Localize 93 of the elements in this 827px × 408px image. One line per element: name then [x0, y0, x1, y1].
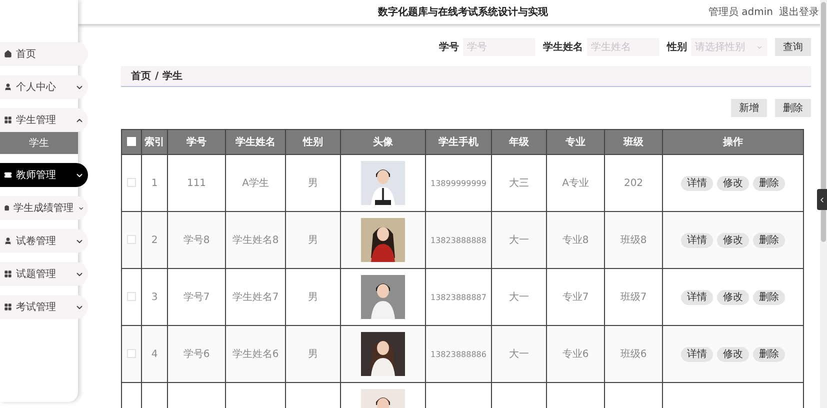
- column-header: 年级: [492, 130, 546, 154]
- table-cell: 大一: [509, 235, 529, 246]
- breadcrumb-item[interactable]: 首页: [131, 69, 151, 83]
- select-all-checkbox[interactable]: [127, 137, 136, 146]
- table-cell: 男: [308, 235, 318, 246]
- table-cell: 202: [624, 178, 644, 188]
- field-label: 性别: [667, 40, 687, 54]
- table-cell: 2: [151, 234, 158, 246]
- sidebar-item[interactable]: 个人中心: [0, 75, 88, 99]
- grid-icon: [4, 270, 12, 278]
- table-cell: A专业: [562, 178, 589, 189]
- add-button[interactable]: 新增: [731, 99, 767, 117]
- delete-button[interactable]: 删除: [753, 290, 785, 304]
- table-cell: 学号7: [183, 292, 210, 303]
- user-icon: [4, 237, 12, 245]
- column-header: 操作: [662, 130, 804, 154]
- edit-button[interactable]: 修改: [717, 346, 749, 362]
- user-icon: [4, 83, 12, 91]
- chevron-left-icon: [818, 196, 826, 204]
- sidebar-item[interactable]: 教师管理: [0, 163, 88, 187]
- sidebar-subitem[interactable]: 学生: [0, 132, 78, 154]
- field-label: 学号: [439, 40, 459, 54]
- table-cell: 13823888888: [430, 236, 486, 244]
- table-cell: 专业8: [562, 235, 589, 246]
- logout-link[interactable]: 退出登录: [779, 5, 819, 19]
- sidebar-item[interactable]: 试卷管理: [0, 229, 88, 253]
- column-header: 性别: [286, 130, 340, 154]
- sidebar-item[interactable]: 学生管理: [0, 108, 88, 132]
- sidebar-item[interactable]: 学生成绩管理: [0, 196, 88, 220]
- table-cell: 男: [308, 292, 318, 303]
- delete-button[interactable]: 删除: [753, 346, 785, 362]
- table-cell: 男: [308, 178, 318, 189]
- grid-icon: [4, 116, 12, 124]
- table-cell: 3: [151, 292, 158, 302]
- detail-button[interactable]: 详情: [681, 346, 713, 362]
- sidebar-item[interactable]: 试题管理: [0, 262, 88, 286]
- user-label: 管理员 admin: [708, 6, 773, 19]
- column-header: 专业: [546, 130, 604, 154]
- table-cell: 13899999999: [430, 178, 486, 188]
- table-cell: 大三: [509, 178, 529, 189]
- column-header: 索引: [142, 130, 168, 154]
- table-cell: 专业6: [562, 349, 589, 360]
- sidebar-item[interactable]: 首页: [0, 42, 88, 66]
- edit-button[interactable]: 修改: [717, 232, 749, 248]
- column-header: 头像: [340, 130, 426, 154]
- column-header: 学号: [168, 130, 226, 154]
- caret-icon: [756, 44, 763, 50]
- app-title: 数字化题库与在线考试系统设计与实现: [378, 5, 548, 19]
- table-cell: 学号8: [183, 235, 210, 246]
- detail-button[interactable]: 详情: [681, 290, 713, 304]
- table-cell: 大一: [509, 349, 529, 360]
- scrollbar[interactable]: [820, 0, 827, 408]
- table-cell: 学号6: [183, 349, 210, 360]
- breadcrumb-item: 学生: [162, 70, 183, 83]
- home-icon: [4, 50, 12, 58]
- column-header: 班级: [604, 130, 662, 154]
- table-cell: 学生姓名6: [232, 349, 279, 360]
- detail-button[interactable]: 详情: [681, 176, 713, 190]
- edit-button[interactable]: 修改: [717, 290, 749, 304]
- table-cell: 111: [186, 178, 206, 188]
- clipboard-icon: [4, 204, 10, 212]
- row-checkbox[interactable]: [127, 292, 136, 302]
- table-cell: 专业7: [562, 292, 589, 303]
- table-cell: 13823888886: [430, 350, 486, 358]
- edit-button[interactable]: 修改: [717, 176, 749, 190]
- delete-button[interactable]: 删除: [753, 232, 785, 248]
- field-label: 学生姓名: [543, 40, 583, 54]
- table-cell: 1: [151, 178, 158, 188]
- scrollbar-thumb[interactable]: [821, 2, 826, 242]
- table-cell: 大一: [509, 292, 529, 303]
- table-cell: 13823888887: [430, 292, 486, 302]
- column-header: 学生姓名: [226, 130, 286, 154]
- row-checkbox[interactable]: [127, 235, 136, 244]
- column-header: 学生手机: [426, 130, 492, 154]
- detail-button[interactable]: 详情: [681, 232, 713, 248]
- table-cell: 学生姓名8: [232, 235, 279, 246]
- row-checkbox[interactable]: [127, 349, 136, 358]
- table-cell: 班级6: [620, 349, 647, 360]
- ticket-icon: [4, 171, 12, 179]
- delete-button[interactable]: 删除: [753, 176, 785, 190]
- collapse-tab[interactable]: [817, 189, 827, 210]
- sidebar-item[interactable]: 考试管理: [0, 295, 88, 319]
- grid-icon: [4, 303, 12, 311]
- search-button[interactable]: 查询: [775, 38, 811, 56]
- breadcrumb-separator: /: [155, 70, 159, 82]
- row-checkbox[interactable]: [127, 178, 136, 188]
- table-cell: 班级8: [620, 235, 647, 246]
- table-cell: 学生姓名7: [232, 292, 279, 303]
- table-cell: 男: [308, 349, 318, 360]
- delete-button[interactable]: 删除: [775, 99, 811, 117]
- table-cell: 班级7: [620, 292, 647, 303]
- table-cell: 4: [151, 348, 158, 360]
- table-cell: A学生: [242, 178, 269, 189]
